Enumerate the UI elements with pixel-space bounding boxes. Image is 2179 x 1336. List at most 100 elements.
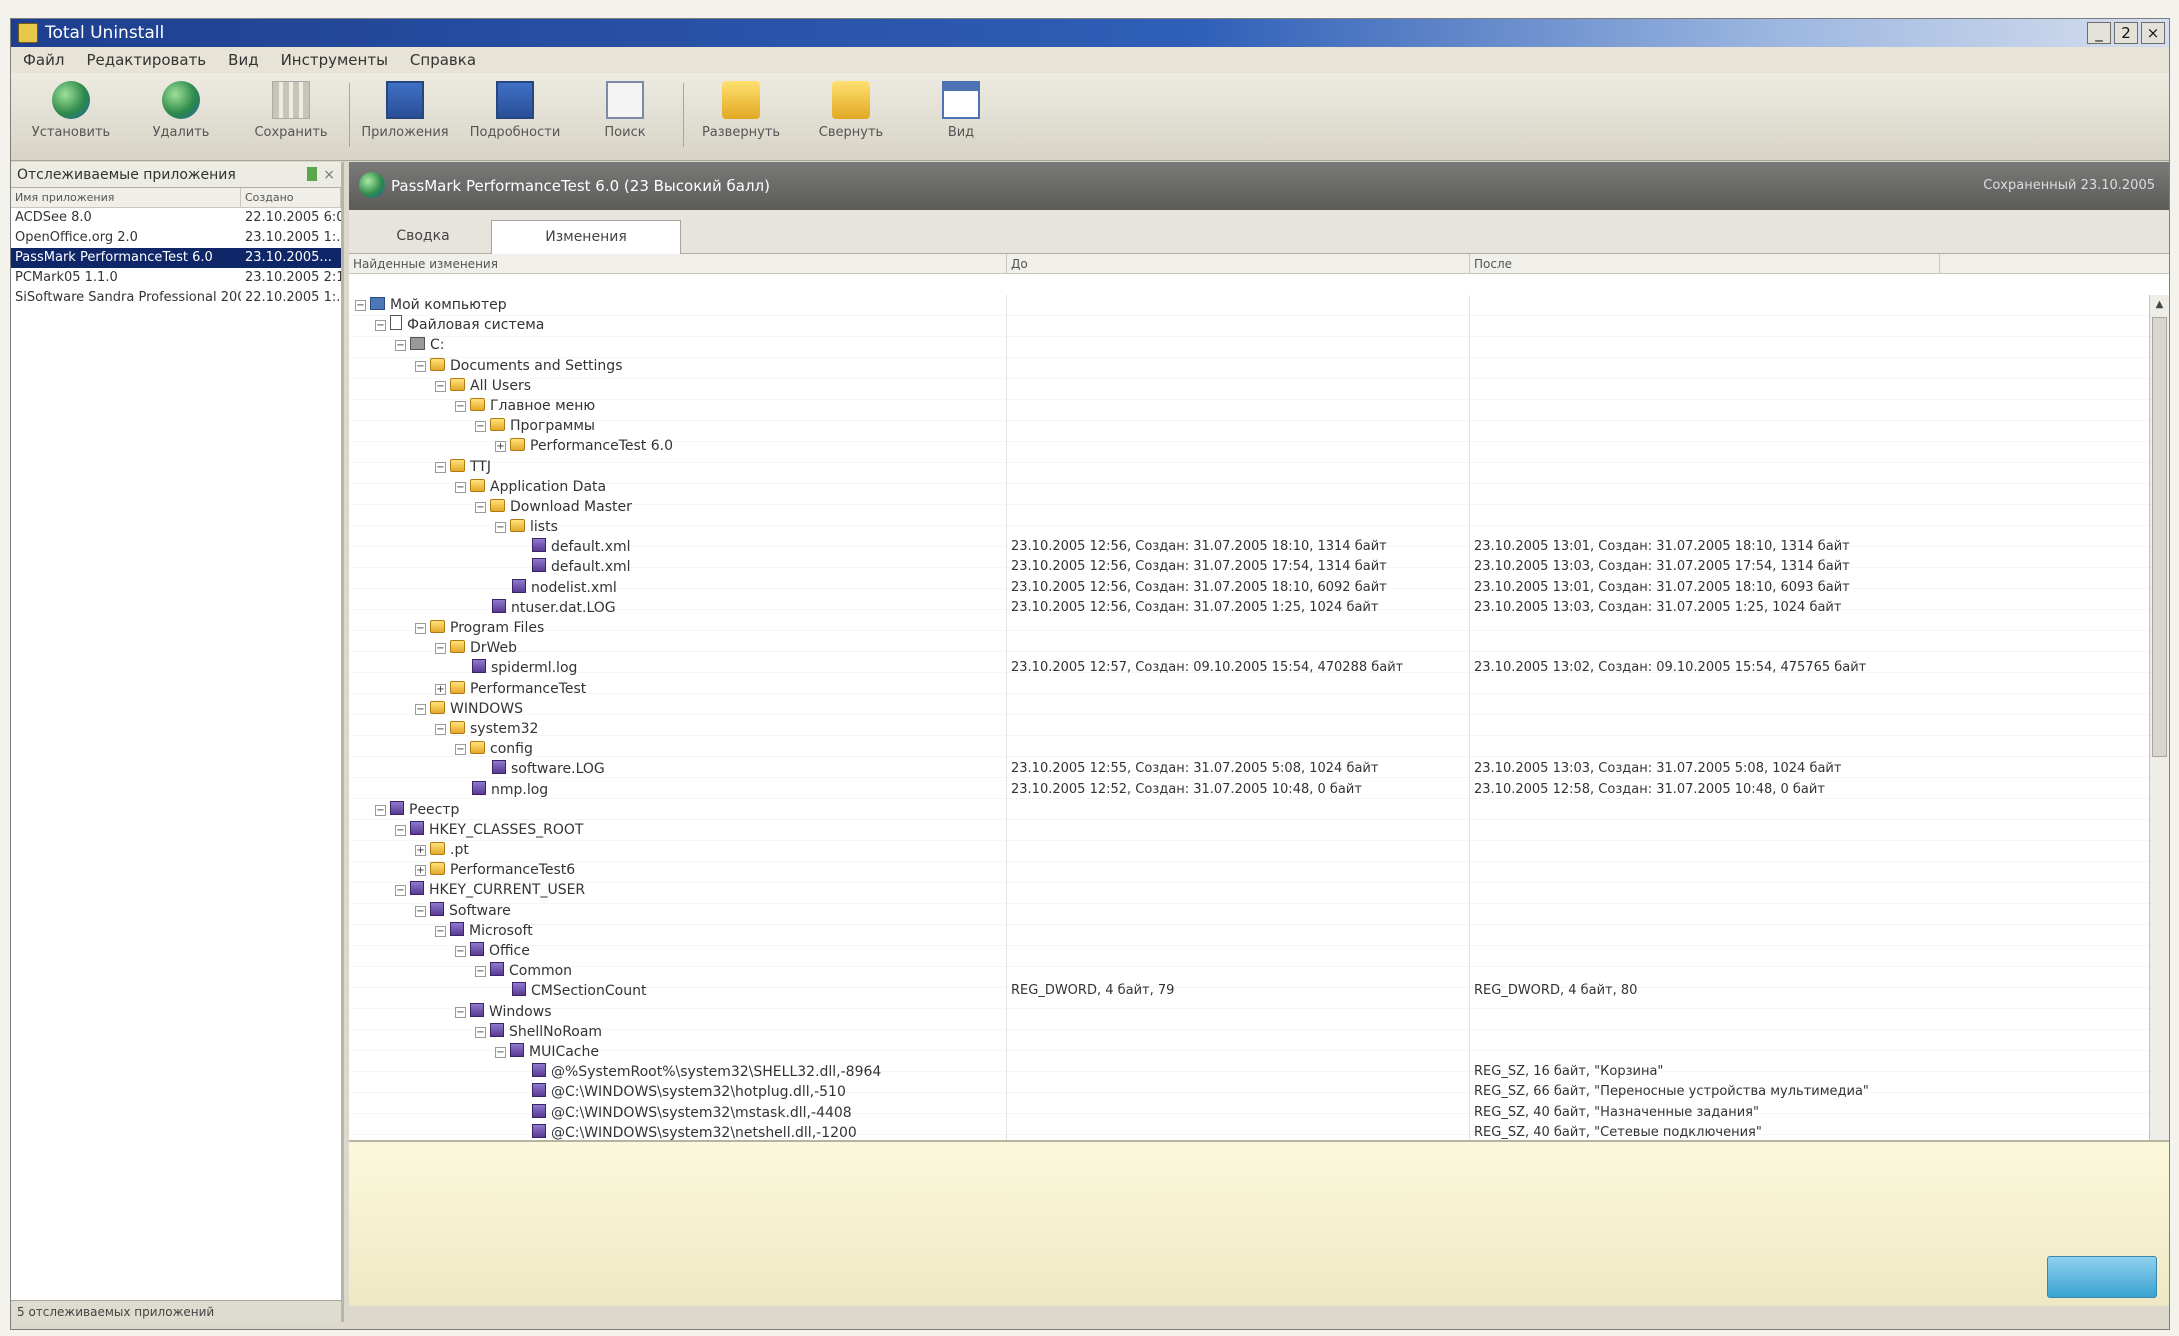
tree-row[interactable]: − Common — [349, 961, 2149, 982]
column-app-name[interactable]: Имя приложения — [11, 188, 241, 207]
tree-row[interactable]: − Главное меню — [349, 395, 2149, 417]
tree-row[interactable]: ntuser.dat.LOG 23.10.2005 12:56, Создан: … — [349, 597, 2149, 618]
collapse-toggle-icon[interactable]: − — [395, 340, 406, 352]
applications-button[interactable]: Приложения — [355, 79, 455, 157]
tree-row[interactable]: − Мой компьютер — [349, 295, 2149, 316]
scroll-up-icon[interactable]: ▲ — [2150, 295, 2169, 315]
tree-row[interactable]: − Файловая система — [349, 315, 2149, 336]
remove-button[interactable]: Удалить — [131, 79, 231, 157]
collapse-toggle-icon[interactable]: − — [495, 522, 506, 534]
scroll-thumb[interactable] — [2152, 317, 2167, 757]
tree-row[interactable]: − DrWeb — [349, 638, 2149, 659]
collapse-toggle-icon[interactable]: − — [435, 461, 446, 473]
tree-row[interactable]: − All Users — [349, 375, 2149, 396]
collapse-toggle-icon[interactable]: − — [495, 1046, 506, 1058]
view-button[interactable]: Вид — [911, 79, 1011, 157]
tree-row[interactable]: + PerformanceTest6 — [349, 860, 2149, 881]
tree-row[interactable]: − HKEY_CLASSES_ROOT — [349, 819, 2149, 841]
column-after[interactable]: После — [1470, 254, 1940, 273]
expand-button[interactable]: Развернуть — [691, 79, 791, 157]
details-button[interactable]: Подробности — [465, 79, 565, 157]
collapse-button[interactable]: Свернуть — [801, 79, 901, 157]
tree-row[interactable]: − Реестр — [349, 799, 2149, 820]
menu-edit[interactable]: Редактировать — [86, 47, 206, 73]
tree-row[interactable]: − Windows — [349, 1001, 2149, 1022]
collapse-toggle-icon[interactable]: − — [355, 300, 366, 311]
expand-toggle-icon[interactable]: + — [495, 441, 506, 453]
tree-row[interactable]: − TTJ — [349, 456, 2149, 477]
restore-button[interactable]: 2 — [2114, 22, 2138, 44]
collapse-toggle-icon[interactable]: − — [375, 320, 386, 332]
expand-toggle-icon[interactable]: + — [415, 845, 426, 857]
close-button[interactable]: × — [2141, 22, 2165, 44]
tree-row[interactable]: + PerformanceTest 6.0 — [349, 436, 2149, 457]
close-panel-icon[interactable]: × — [323, 162, 335, 188]
tree-row[interactable]: − lists — [349, 517, 2149, 538]
app-list-item[interactable]: ACDSee 8.0 22.10.2005 6:06 — [11, 208, 341, 228]
tree-row[interactable]: software.LOG 23.10.2005 12:55, Создан: 31… — [349, 759, 2149, 780]
collapse-toggle-icon[interactable]: − — [415, 360, 426, 372]
tree-row[interactable]: spiderml.log 23.10.2005 12:57, Создан: 09… — [349, 658, 2149, 679]
tab-changes[interactable]: Изменения — [491, 220, 681, 254]
collapse-toggle-icon[interactable]: − — [415, 703, 426, 715]
vertical-scrollbar[interactable]: ▲ — [2149, 295, 2169, 1140]
collapse-toggle-icon[interactable]: − — [395, 885, 406, 897]
collapse-toggle-icon[interactable]: − — [435, 380, 446, 392]
collapse-toggle-icon[interactable]: − — [455, 744, 466, 756]
tree-row[interactable]: − Office — [349, 941, 2149, 962]
collapse-toggle-icon[interactable]: − — [455, 481, 466, 493]
tab-summary[interactable]: Сводка — [359, 220, 487, 254]
column-before[interactable]: До — [1007, 254, 1470, 273]
collapse-toggle-icon[interactable]: − — [475, 1026, 486, 1038]
collapse-toggle-icon[interactable]: − — [455, 400, 466, 412]
tree-row[interactable]: @%SystemRoot%\system32\SHELL32.dll,-8964… — [349, 1062, 2149, 1083]
tree-row[interactable]: − ShellNoRoam — [349, 1021, 2149, 1042]
tree-row[interactable]: − Microsoft — [349, 920, 2149, 941]
minimize-button[interactable]: _ — [2087, 22, 2111, 44]
install-button[interactable]: Установить — [21, 79, 121, 157]
tree-row[interactable]: − Application Data — [349, 476, 2149, 497]
tree-row[interactable]: − Software — [349, 900, 2149, 921]
save-button[interactable]: Сохранить — [241, 79, 341, 157]
collapse-toggle-icon[interactable]: − — [435, 643, 446, 655]
tree-row[interactable]: + .pt — [349, 840, 2149, 861]
tree-row[interactable]: − MUICache — [349, 1041, 2149, 1063]
collapse-toggle-icon[interactable]: − — [435, 925, 446, 937]
tree-row[interactable]: − HKEY_CURRENT_USER — [349, 880, 2149, 901]
collapse-toggle-icon[interactable]: − — [475, 421, 486, 433]
collapse-toggle-icon[interactable]: − — [435, 723, 446, 735]
collapse-toggle-icon[interactable]: − — [475, 501, 486, 513]
tree-row[interactable]: − WINDOWS — [349, 698, 2149, 719]
collapse-toggle-icon[interactable]: − — [375, 804, 386, 816]
app-list-item[interactable]: OpenOffice.org 2.0 23.10.2005 1:... — [11, 228, 341, 248]
tree-row[interactable]: − Download Master — [349, 496, 2149, 518]
expand-toggle-icon[interactable]: + — [435, 683, 446, 695]
collapse-toggle-icon[interactable]: − — [475, 966, 486, 978]
action-button[interactable] — [2047, 1256, 2157, 1298]
column-created[interactable]: Создано — [241, 188, 341, 207]
menu-tools[interactable]: Инструменты — [281, 47, 388, 73]
tree-row[interactable]: − Программы — [349, 416, 2149, 437]
menu-file[interactable]: Файл — [23, 47, 64, 73]
collapse-toggle-icon[interactable]: − — [415, 623, 426, 634]
tree-row[interactable]: − config — [349, 739, 2149, 760]
collapse-toggle-icon[interactable]: − — [395, 824, 406, 836]
tree-row[interactable]: @C:\WINDOWS\system32\hotplug.dll,-510 REG… — [349, 1082, 2149, 1103]
tree-row[interactable]: default.xml 23.10.2005 12:56, Создан: 31.… — [349, 537, 2149, 558]
search-button[interactable]: Поиск — [575, 79, 675, 157]
app-list-item[interactable]: PassMark PerformanceTest 6.0 23.10.2005..… — [11, 248, 341, 268]
tree-row[interactable]: nodelist.xml 23.10.2005 12:56, Создан: 31… — [349, 577, 2149, 598]
menu-view[interactable]: Вид — [228, 47, 258, 73]
tree-row[interactable]: − C: — [349, 335, 2149, 356]
tree-row[interactable]: − Program Files — [349, 618, 2149, 639]
app-list-item[interactable]: SiSoftware Sandra Professional 2005 SR2 2… — [11, 288, 341, 308]
tree-row[interactable]: + PerformanceTest — [349, 678, 2149, 699]
menu-help[interactable]: Справка — [410, 47, 476, 73]
tree-row[interactable]: @C:\WINDOWS\system32\mstask.dll,-4408 REG… — [349, 1102, 2149, 1123]
tree-row[interactable]: default.xml 23.10.2005 12:56, Создан: 31.… — [349, 557, 2149, 578]
expand-toggle-icon[interactable]: + — [415, 865, 426, 877]
tree-row[interactable]: nmp.log 23.10.2005 12:52, Создан: 31.07.2… — [349, 779, 2149, 800]
pin-icon[interactable] — [307, 167, 317, 181]
tree-row[interactable]: CMSectionCount REG_DWORD, 4 байт, 79 REG_D… — [349, 981, 2149, 1002]
tree-row[interactable]: @C:\WINDOWS\system32\netshell.dll,-1200 R… — [349, 1122, 2149, 1140]
